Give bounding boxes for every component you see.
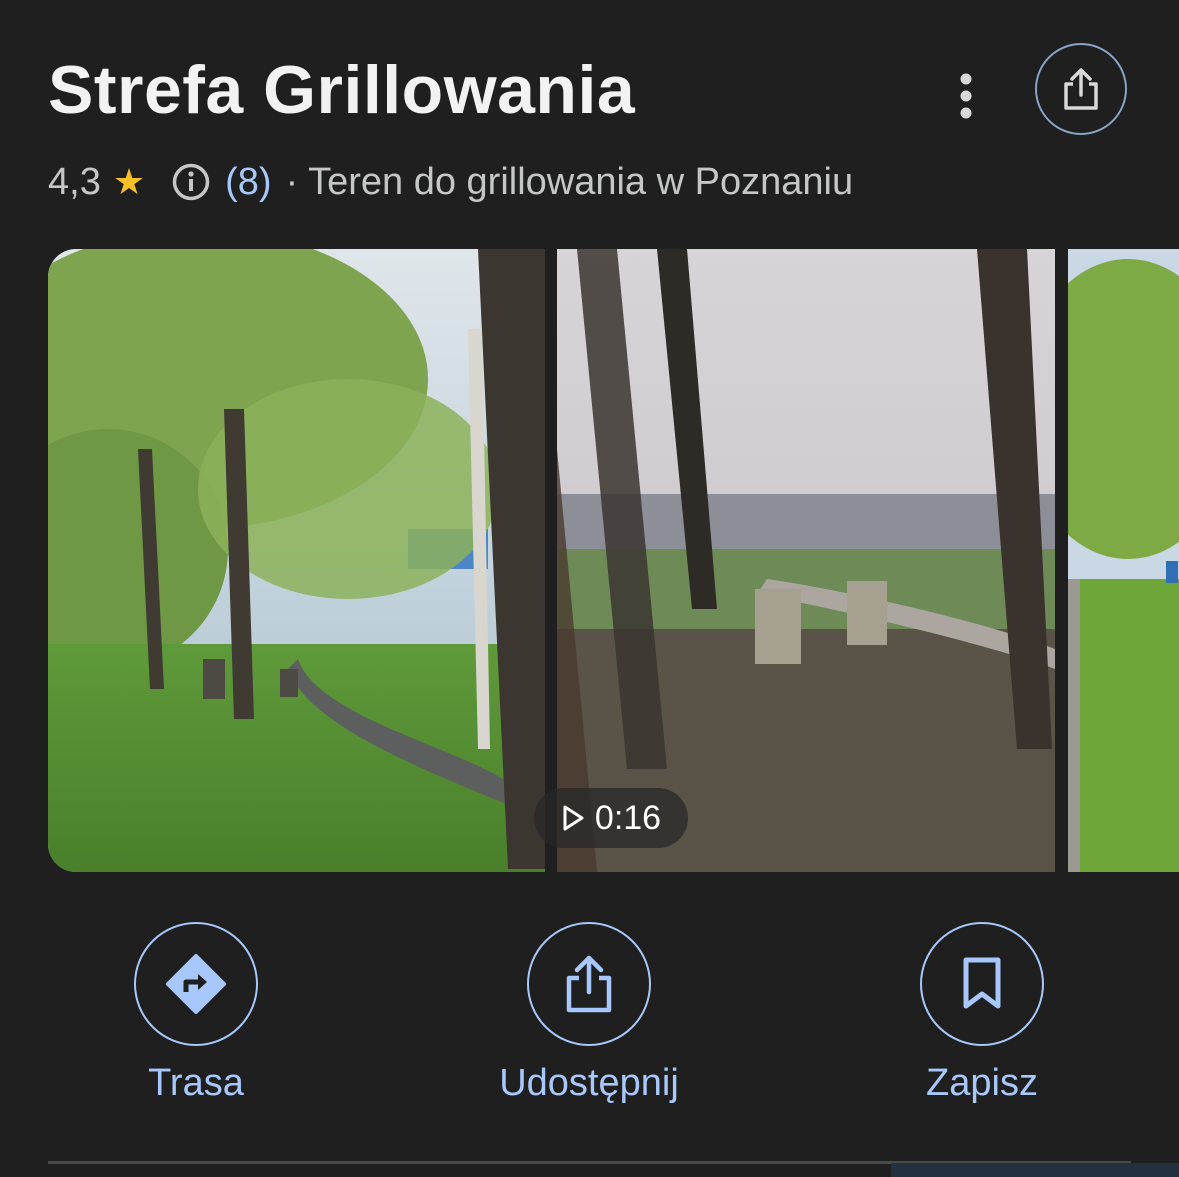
- video-duration-badge: 0:16: [534, 788, 688, 848]
- share-icon: [1064, 68, 1098, 110]
- share-button-top[interactable]: [1035, 43, 1127, 135]
- rating-value: 4,3: [48, 160, 101, 203]
- save-action[interactable]: Zapisz: [920, 922, 1044, 1104]
- bookmark-icon: [963, 957, 1001, 1009]
- directions-label[interactable]: Trasa: [148, 1062, 244, 1105]
- share-label[interactable]: Udostępnij: [499, 1062, 679, 1105]
- share-button[interactable]: [527, 922, 651, 1046]
- share-action[interactable]: Udostępnij: [499, 922, 679, 1104]
- more-vert-icon[interactable]: [948, 72, 984, 120]
- share-icon: [566, 955, 612, 1013]
- info-icon[interactable]: [171, 162, 211, 202]
- place-title: Strefa Grillowania: [48, 52, 636, 128]
- park-photo-1[interactable]: [48, 249, 545, 872]
- rating-line: 4,3 ★ (8) · Teren do grillowania w Pozna…: [48, 158, 853, 206]
- park-photo-3[interactable]: [1068, 249, 1179, 872]
- save-label[interactable]: Zapisz: [926, 1062, 1038, 1105]
- directions-action[interactable]: Trasa: [134, 922, 258, 1104]
- photo-carousel[interactable]: [48, 249, 1179, 872]
- directions-button[interactable]: [134, 922, 258, 1046]
- review-count-link[interactable]: (8): [225, 161, 271, 204]
- place-category: · Teren do grillowania w Poznaniu: [285, 160, 854, 203]
- map-preview[interactable]: [891, 1163, 1179, 1177]
- save-button[interactable]: [920, 922, 1044, 1046]
- park-video[interactable]: [557, 249, 1055, 872]
- directions-icon: [166, 954, 226, 1014]
- star-icon: ★: [112, 161, 146, 202]
- video-duration: 0:16: [594, 798, 662, 837]
- play-icon: [563, 805, 584, 831]
